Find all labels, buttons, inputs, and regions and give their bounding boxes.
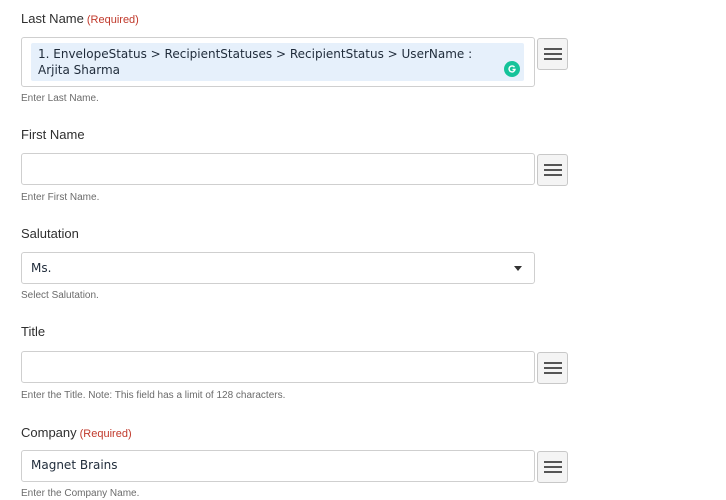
salutation-select[interactable]: Ms. [21,252,535,284]
last-name-label: Last Name (Required) [21,11,139,26]
first-name-label: First Name [21,127,85,142]
company-input[interactable]: Magnet Brains [21,450,535,482]
salutation-label: Salutation [21,226,79,241]
grammarly-icon[interactable] [504,61,520,77]
company-hint: Enter the Company Name. [21,488,140,499]
last-name-hint: Enter Last Name. [21,93,99,104]
required-marker: (Required) [86,14,139,26]
title-hint: Enter the Title. Note: This field has a … [21,390,286,401]
title-input[interactable] [21,351,535,383]
hamburger-menu-icon [543,362,562,374]
title-label: Title [21,324,46,339]
chevron-down-icon [514,266,522,271]
first-name-menu-button[interactable] [537,154,568,186]
hamburger-menu-icon [543,461,562,473]
last-name-mapped-token[interactable]: 1. EnvelopeStatus > RecipientStatuses > … [31,43,524,81]
title-menu-button[interactable] [537,352,568,384]
last-name-menu-button[interactable] [537,38,568,70]
company-label: Company (Required) [21,425,132,440]
last-name-field[interactable]: 1. EnvelopeStatus > RecipientStatuses > … [21,37,535,87]
hamburger-menu-icon [543,48,562,60]
company-menu-button[interactable] [537,451,568,483]
first-name-hint: Enter First Name. [21,192,100,203]
hamburger-menu-icon [543,164,562,176]
salutation-hint: Select Salutation. [21,290,99,301]
required-marker: (Required) [79,428,132,440]
first-name-input[interactable] [21,153,535,185]
